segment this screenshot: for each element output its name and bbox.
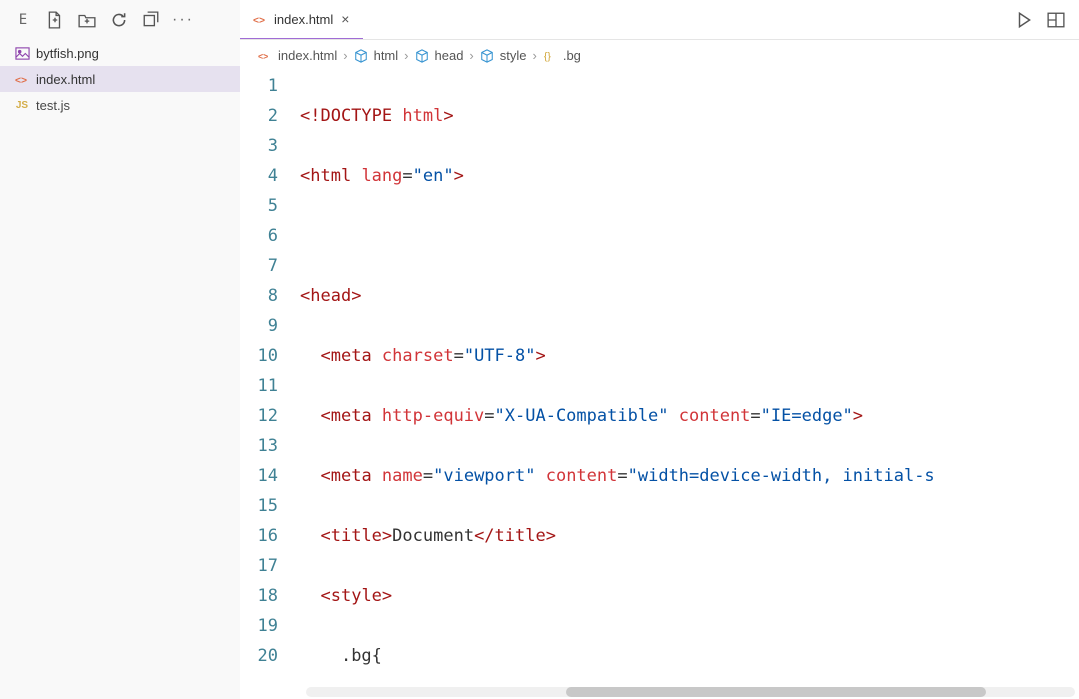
breadcrumb-label[interactable]: style [500,48,527,63]
html-icon: <> [258,49,272,63]
explorer-toolbar: E ··· [0,0,240,40]
explorer-icon[interactable]: E [14,11,32,29]
new-folder-icon[interactable] [78,11,96,29]
new-file-icon[interactable] [46,11,64,29]
chevron-right-icon: › [343,48,347,63]
file-item-bytfish[interactable]: bytfish.png [0,40,240,66]
svg-text:<>: <> [15,75,27,86]
run-icon[interactable] [1015,11,1033,29]
image-icon [14,45,30,61]
collapse-all-icon[interactable] [142,11,160,29]
refresh-icon[interactable] [110,11,128,29]
file-item-index-html[interactable]: <> index.html [0,66,240,92]
code-editor[interactable]: 1234567891011121314151617181920 <!DOCTYP… [240,71,1079,699]
tab-index-html[interactable]: <> index.html × [240,0,363,39]
close-icon[interactable]: × [339,11,351,27]
cube-icon [354,49,368,63]
chevron-right-icon: › [533,48,537,63]
cube-icon [480,49,494,63]
js-icon: JS [14,97,30,113]
file-explorer: bytfish.png <> index.html JS test.js [0,40,240,699]
chevron-right-icon: › [404,48,408,63]
svg-text:{}: {} [544,50,552,62]
svg-text:<>: <> [258,51,268,61]
preview-icon[interactable] [1047,11,1065,29]
more-icon[interactable]: ··· [174,11,192,29]
scrollbar-thumb[interactable] [566,687,986,697]
cube-icon [415,49,429,63]
breadcrumb[interactable]: <> index.html › html › head › style › {}… [240,40,1079,71]
html-icon: <> [14,71,30,87]
line-number-gutter: 1234567891011121314151617181920 [240,71,300,699]
editor-pane: <> index.html › html › head › style › {}… [240,40,1079,699]
file-label: test.js [36,98,70,113]
breadcrumb-label[interactable]: index.html [278,48,337,63]
html-icon: <> [252,11,268,27]
file-item-test-js[interactable]: JS test.js [0,92,240,118]
horizontal-scrollbar[interactable] [306,687,1075,697]
file-label: bytfish.png [36,46,99,61]
breadcrumb-label[interactable]: head [435,48,464,63]
chevron-right-icon: › [469,48,473,63]
tab-label: index.html [274,12,333,27]
file-label: index.html [36,72,95,87]
breadcrumb-label[interactable]: .bg [563,48,581,63]
svg-text:<>: <> [253,15,265,26]
breadcrumb-label[interactable]: html [374,48,399,63]
code-content[interactable]: <!DOCTYPE html> <html lang="en"> <head> … [300,71,1079,699]
brace-icon: {} [543,49,557,63]
